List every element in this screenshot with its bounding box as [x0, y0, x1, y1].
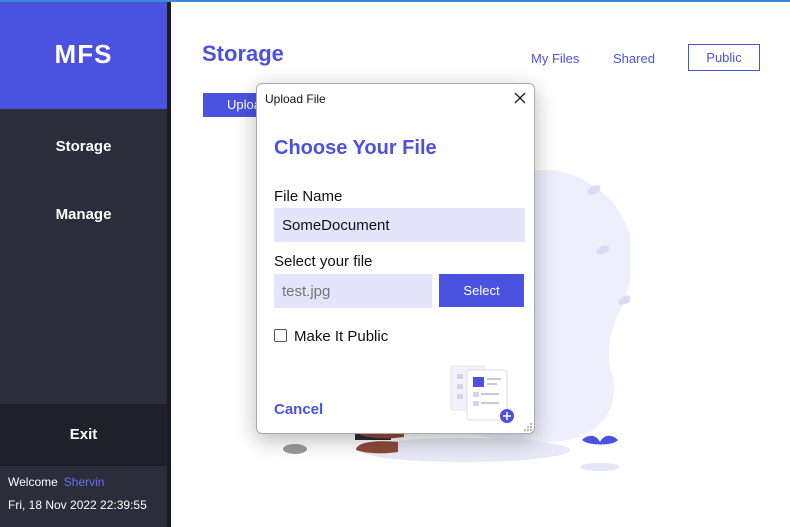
upload-button[interactable]: Upload	[203, 93, 259, 117]
tab-public[interactable]: Public	[688, 44, 760, 71]
brand-logo: MFS	[0, 2, 167, 109]
datetime-label: Fri, 18 Nov 2022 22:39:55	[8, 498, 147, 512]
select-button[interactable]: Select	[439, 274, 524, 307]
resize-grip-icon[interactable]	[523, 422, 533, 432]
welcome-label: Welcome	[8, 475, 58, 489]
tab-my-files[interactable]: My Files	[531, 51, 579, 66]
make-public-label[interactable]: Make It Public	[294, 328, 388, 345]
welcome-text: Welcome Shervin	[8, 475, 104, 489]
page-title: Storage	[202, 41, 284, 66]
username: Shervin	[63, 475, 105, 489]
documents-illustration	[450, 365, 514, 423]
file-name-label: File Name	[274, 188, 343, 205]
exit-button[interactable]: Exit	[0, 404, 167, 466]
sidebar-edge	[167, 2, 171, 527]
dialog-heading: Choose Your File	[274, 137, 437, 159]
upload-file-dialog: Upload File Choose Your File File Name S…	[256, 83, 535, 434]
selected-file-field[interactable]	[274, 274, 432, 308]
sidebar: MFS Storage Manage Exit Welcome Shervin F…	[0, 2, 171, 527]
select-file-label: Select your file	[274, 253, 373, 270]
make-public-checkbox[interactable]	[274, 329, 287, 342]
file-name-field[interactable]	[274, 208, 525, 242]
cancel-button[interactable]: Cancel	[274, 401, 323, 418]
sidebar-item-storage[interactable]: Storage	[0, 138, 167, 155]
tab-shared[interactable]: Shared	[613, 51, 655, 66]
sidebar-item-manage[interactable]: Manage	[0, 206, 167, 223]
close-icon[interactable]	[512, 90, 528, 106]
dialog-title: Upload File	[265, 92, 326, 106]
